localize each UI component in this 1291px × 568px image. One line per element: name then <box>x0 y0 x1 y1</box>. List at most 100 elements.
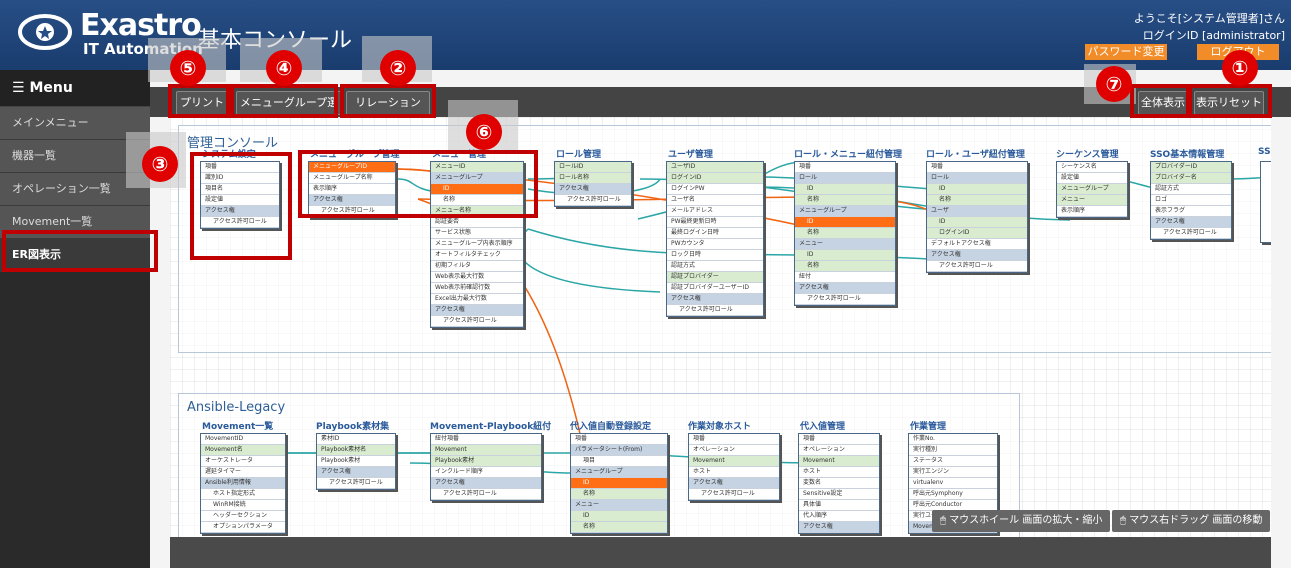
table-field: デフォルトアクセス権 <box>927 239 1027 250</box>
table-field: 項番 <box>795 162 895 173</box>
table-field: 名称 <box>571 522 667 533</box>
table-field: 最終ログイン日時 <box>667 228 763 239</box>
table-field: 項番 <box>799 434 879 445</box>
table-field: 代入順序 <box>799 511 879 522</box>
table-title: Movement一覧 <box>202 422 274 432</box>
table-field: 遅延タイマー <box>201 467 285 478</box>
table-field: ロック日時 <box>667 250 763 261</box>
table-field: オートフィルタチェック <box>431 250 523 261</box>
table-field: ロール名称 <box>555 173 631 184</box>
table-field: 名称 <box>927 195 1027 206</box>
callout-box-print <box>168 84 230 118</box>
table-field: アクセス許可ロール <box>555 195 631 206</box>
table-role-menu-link[interactable]: 項番 ロール ID 名称 メニューグループ ID 名称 メニュー ID 名称 紐… <box>794 161 896 306</box>
table-field: WinRM接続 <box>201 500 285 511</box>
table-field: シーケンス名 <box>1057 162 1127 173</box>
table-title: 代入値自動登録設定 <box>570 422 652 432</box>
table-field: virtualenv <box>909 478 997 489</box>
table-field: アクセス許可ロール <box>431 489 541 500</box>
table-target-hosts[interactable]: 項番 オペレーション Movement ホスト アクセス権 アクセス許可ロール <box>688 433 780 501</box>
table-field: ID <box>927 217 1027 228</box>
table-field: Ansible利用情報 <box>201 478 285 489</box>
table-field: メニュー <box>1057 195 1127 206</box>
table-movement-list[interactable]: MovementID Movement名 オーケストレータ 遅延タイマー Ans… <box>200 433 286 534</box>
table-field: Web表示最大行数 <box>431 272 523 283</box>
table-field: メールアドレス <box>667 206 763 217</box>
table-field: 項番 <box>927 162 1027 173</box>
table-field: 実行種別 <box>909 445 997 456</box>
table-field: アクセス権 <box>689 478 779 489</box>
table-title: 作業対象ホスト <box>688 422 752 432</box>
table-field: 紐付項番 <box>431 434 541 445</box>
table-field: ID <box>571 511 667 522</box>
table-substitution-auto-register[interactable]: 項番 パラメータシート(From) 項目 メニューグループ ID 名称 メニュー… <box>570 433 668 534</box>
table-field: Playbook素材 <box>431 456 541 467</box>
table-sso-partial[interactable] <box>1260 161 1271 243</box>
table-playbook-materials[interactable]: 素材ID Playbook素材名 Playbook素材 アクセス権 アクセス許可… <box>316 433 396 490</box>
table-field: アクセス権 <box>317 467 395 478</box>
table-field: ユーザ名 <box>667 195 763 206</box>
table-field: Playbook素材 <box>317 456 395 467</box>
table-field: アクセス許可ロール <box>927 261 1027 272</box>
table-user-management[interactable]: ユーザID ログインID ログインPW ユーザ名 メールアドレス PW最終更新日… <box>666 161 764 317</box>
table-field: 呼出元Symphony <box>909 489 997 500</box>
table-field: ロール <box>927 173 1027 184</box>
table-movement-playbook-link[interactable]: 紐付項番 Movement Playbook素材 インクルード順序 アクセス権 … <box>430 433 542 501</box>
table-field: 名称 <box>795 261 895 272</box>
pan-hint-text: マウス右ドラッグ 画面の移動 <box>1129 515 1263 526</box>
callout-box-highlight <box>298 150 538 218</box>
table-field: アクセス許可ロール <box>317 478 395 489</box>
marker-2: ② <box>380 50 416 86</box>
table-title: SSO <box>1258 147 1271 157</box>
table-field: 紐付 <box>795 272 895 283</box>
table-title: 代入値管理 <box>800 422 846 432</box>
zoom-hint: 🖱 マウスホイール 画面の拡大・縮小 <box>932 510 1111 532</box>
menu-title: Menu <box>29 80 73 96</box>
welcome-text: ようこそ[システム管理者]さん <box>1133 12 1285 25</box>
table-field: Sensitive設定 <box>799 489 879 500</box>
table-field: ロール <box>795 173 895 184</box>
table-title: 作業管理 <box>910 422 947 432</box>
table-title: ロール・ユーザ紐付管理 <box>926 150 1025 160</box>
table-sso-settings[interactable]: プロバイダーID プロバイダー名 認証方式 ロゴ 表示フラグ アクセス権 アクセ… <box>1150 161 1232 240</box>
table-field: メニューグループ内表示順序 <box>431 239 523 250</box>
table-role-user-link[interactable]: 項番 ロール ID 名称 ユーザ ID ログインID デフォルトアクセス権 アク… <box>926 161 1028 273</box>
table-field: アクセス権 <box>927 250 1027 261</box>
table-field: オーケストレータ <box>201 456 285 467</box>
table-title: ロール・メニュー紐付管理 <box>794 150 903 160</box>
table-field: メニュー <box>795 239 895 250</box>
table-role-management[interactable]: ロールID ロール名称 アクセス権 アクセス許可ロール <box>554 161 632 207</box>
table-field: 項番 <box>571 434 667 445</box>
table-field: ロールID <box>555 162 631 173</box>
table-title: シーケンス管理 <box>1056 150 1119 160</box>
sidebar-menu-header[interactable]: ☰ Menu <box>0 70 150 107</box>
callout-box-relation <box>340 84 436 118</box>
pan-hint: 🖱 マウス右ドラッグ 画面の移動 <box>1112 510 1271 532</box>
table-field: 項番 <box>689 434 779 445</box>
table-field: ヘッダーセクション <box>201 511 285 522</box>
table-substitution-values[interactable]: 項番 オペレーション Movement ホスト 変数名 Sensitive設定 … <box>798 433 880 534</box>
marker-3: ③ <box>142 146 178 182</box>
table-field: ユーザID <box>667 162 763 173</box>
table-title: Movement-Playbook紐付 <box>430 422 552 432</box>
callout-box-er-menu <box>2 230 158 272</box>
table-field: ID <box>571 478 667 489</box>
hamburger-icon: ☰ <box>12 80 30 96</box>
table-field: Movement名 <box>201 445 285 456</box>
table-field: ホスト指定形式 <box>201 489 285 500</box>
callout-box-show-all <box>1130 84 1190 118</box>
password-change-button[interactable]: パスワード変更 <box>1085 44 1167 60</box>
table-field: プロバイダー名 <box>1151 173 1231 184</box>
table-field: パラメータシート(From) <box>571 445 667 456</box>
marker-7: ⑦ <box>1096 66 1132 102</box>
table-sequence-management[interactable]: シーケンス名 設定値 メニューグループ メニュー 表示順序 <box>1056 161 1128 218</box>
table-field: ホスト <box>689 467 779 478</box>
table-field: 表示順序 <box>1057 206 1127 217</box>
table-field: Movement <box>689 456 779 467</box>
table-field: ユーザ <box>927 206 1027 217</box>
table-field: ロゴ <box>1151 195 1231 206</box>
table-field: インクルード順序 <box>431 467 541 478</box>
table-field: ホスト <box>799 467 879 478</box>
table-field: アクセス許可ロール <box>795 294 895 305</box>
table-field: 認証方式 <box>1151 184 1231 195</box>
